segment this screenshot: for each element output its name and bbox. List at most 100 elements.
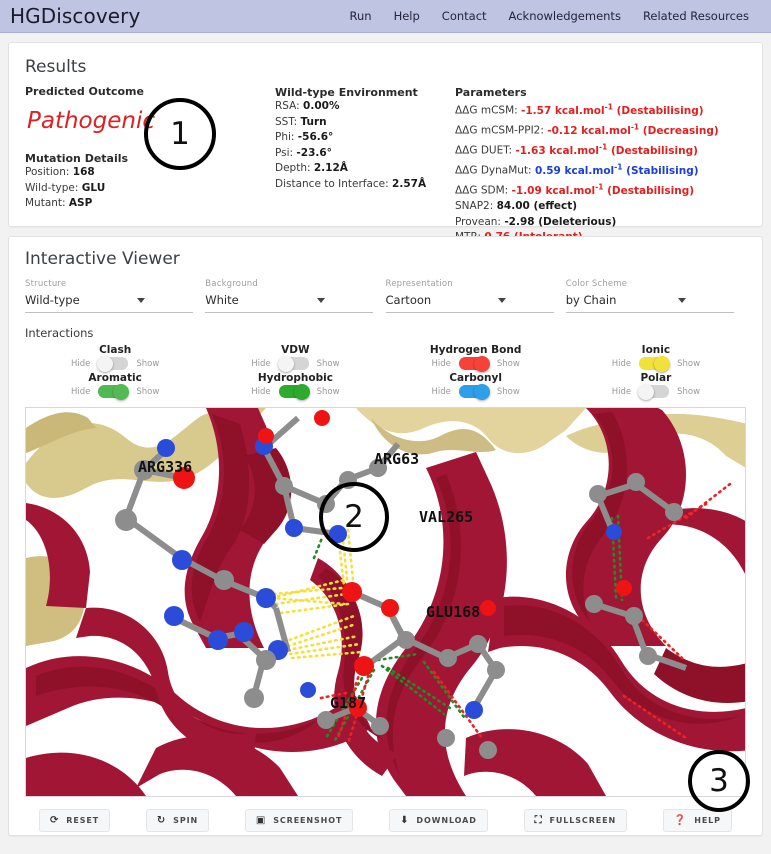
predicted-outcome-label: Predicted Outcome xyxy=(25,85,144,98)
env-distance-to-interface: Distance to Interface: 2.57Å xyxy=(275,177,427,190)
toggle-show-label: Show xyxy=(496,358,520,369)
toggle-label: Aromatic xyxy=(88,372,142,384)
spin-icon: ↻ xyxy=(156,814,167,826)
toggle-label: Hydrogen Bond xyxy=(429,344,522,356)
toggle-knob xyxy=(473,355,490,372)
nav-link-help[interactable]: Help xyxy=(394,9,420,23)
representation-select-group: Representation Cartoon xyxy=(385,279,566,313)
toggle-switch[interactable] xyxy=(458,355,490,372)
toggle-show-label: Show xyxy=(316,358,340,369)
help-button[interactable]: ❓ HELP xyxy=(662,808,732,832)
mutation-position: Position: 168 xyxy=(25,166,95,178)
button-label: DOWNLOAD xyxy=(416,815,477,825)
download-button[interactable]: ⬇ DOWNLOAD xyxy=(389,808,488,832)
parameter-row: ΔΔG DynaMut: 0.59 kcal.mol-1 (Stabilisin… xyxy=(455,162,699,177)
parameter-row: ΔΔG mCSM-PPI2: -0.12 kcal.mol-1 (Decreas… xyxy=(455,122,719,137)
annotation-marker-3: 3 xyxy=(688,750,750,812)
toggle-switch[interactable] xyxy=(277,355,309,372)
interaction-toggle-ionic: Ionic Hide Show xyxy=(566,342,746,372)
toggle-hide-label: Hide xyxy=(70,386,91,397)
button-label: FULLSCREEN xyxy=(549,815,617,825)
results-title: Results xyxy=(25,57,87,77)
interaction-toggle-carbonyl: Carbonyl Hide Show xyxy=(386,370,566,400)
environment-label: Wild-type Environment xyxy=(275,86,418,99)
toggle-show-label: Show xyxy=(136,386,160,397)
color-scheme-select-group: Color Scheme by Chain xyxy=(565,279,746,313)
download-icon: ⬇ xyxy=(400,814,410,826)
wildtype-environment-column: Wild-type Environment RSA: 0.00% SST: Tu… xyxy=(275,57,455,261)
nav-link-run[interactable]: Run xyxy=(350,9,372,23)
representation-select[interactable]: Cartoon xyxy=(385,292,554,313)
toggle-switch[interactable] xyxy=(98,383,130,400)
representation-select-label: Representation xyxy=(385,279,453,289)
help-icon: ❓ xyxy=(673,814,688,826)
mutation-wildtype: Wild-type: GLU xyxy=(25,181,106,194)
toggle-hide-label: Hide xyxy=(611,386,632,397)
button-label: RESET xyxy=(66,815,100,825)
toggle-switch[interactable] xyxy=(278,383,310,400)
color-scheme-select[interactable]: by Chain xyxy=(565,292,734,313)
interaction-toggle-hydrogen-bond: Hydrogen Bond Hide Show xyxy=(386,342,566,372)
viewer-select-row: Structure Wild-type Background White Rep… xyxy=(25,279,746,313)
color-scheme-select-value: by Chain xyxy=(565,293,617,307)
annotation-marker-2: 2 xyxy=(319,482,389,552)
toggle-show-label: Show xyxy=(496,386,520,397)
parameter-row: ΔΔG DUET: -1.63 kcal.mol-1 (Destabilisin… xyxy=(455,142,698,157)
toggle-label: VDW xyxy=(281,344,310,356)
screenshot-button[interactable]: ▣ SCREENSHOT xyxy=(244,808,354,832)
app-brand[interactable]: HGDiscovery xyxy=(10,4,140,28)
structure-select[interactable]: Wild-type xyxy=(25,292,193,313)
toggle-hide-label: Hide xyxy=(251,358,271,369)
toggle-label: Hydrophobic xyxy=(257,372,333,384)
background-select-group: Background White xyxy=(205,279,385,313)
toggle-show-label: Show xyxy=(677,386,701,397)
nav-link-related-resources[interactable]: Related Resources xyxy=(643,9,749,23)
env-phi: Phi: -56.6° xyxy=(275,131,334,143)
interaction-toggle-vdw: VDW Hide Show xyxy=(205,342,385,372)
toggle-show-label: Show xyxy=(677,358,701,369)
toggle-knob xyxy=(97,355,114,372)
results-panel: Results Predicted Outcome Pathogenic Mut… xyxy=(8,42,763,259)
reset-button[interactable]: ⟳ RESET xyxy=(39,808,111,832)
toggle-switch[interactable] xyxy=(97,355,129,372)
nav-link-acknowledgements[interactable]: Acknowledgements xyxy=(509,9,621,23)
viewer-toolbar: ⟳ RESET ↻ SPIN ▣ SCREENSHOT ⬇ DOWNLOAD ⛶ FULLSCRE… xyxy=(25,797,746,843)
parameters-label: Parameters xyxy=(455,86,527,99)
nav-link-contact[interactable]: Contact xyxy=(442,9,487,23)
toggle-hide-label: Hide xyxy=(251,386,271,397)
molecular-viewer-canvas[interactable]: ARG336 ARG63 VAL265 GLU168 G187 xyxy=(25,407,746,797)
toggle-show-label: Show xyxy=(136,358,160,369)
representation-select-value: Cartoon xyxy=(385,293,432,307)
env-psi: Psi: -23.6° xyxy=(275,146,332,159)
toggle-switch[interactable] xyxy=(638,383,670,400)
interactions-label: Interactions xyxy=(25,326,94,340)
background-select-label: Background xyxy=(205,279,258,289)
toggle-show-label: Show xyxy=(316,386,340,397)
color-scheme-select-label: Color Scheme xyxy=(565,279,628,289)
toggle-hide-label: Hide xyxy=(611,358,632,369)
background-select[interactable]: White xyxy=(205,292,374,313)
toggle-label: Ionic xyxy=(641,344,671,356)
env-rsa: RSA: 0.00% xyxy=(275,100,340,112)
toggle-knob xyxy=(638,383,655,400)
spin-button[interactable]: ↻ SPIN xyxy=(145,808,210,832)
toggle-knob xyxy=(473,383,490,400)
interaction-toggle-clash: Clash Hide Show xyxy=(25,342,205,372)
reset-icon: ⟳ xyxy=(50,814,60,826)
button-label: SCREENSHOT xyxy=(273,815,343,825)
toggle-switch[interactable] xyxy=(458,383,490,400)
interaction-toggle-grid: Clash Hide Show VDW Hide Show Hydrogen Bond Hid… xyxy=(25,342,746,400)
env-sst: SST: Turn xyxy=(275,115,327,128)
results-outcome-column: Results Predicted Outcome Pathogenic Mut… xyxy=(25,57,275,261)
toggle-hide-label: Hide xyxy=(431,386,451,397)
parameters-column: Parameters ΔΔG mCSM: -1.57 kcal.mol-1 (D… xyxy=(455,57,746,261)
interaction-toggle-polar: Polar Hide Show xyxy=(566,370,746,400)
parameter-row: SNAP2: 84.00 (effect) xyxy=(455,200,578,212)
camera-icon: ▣ xyxy=(255,814,267,826)
parameter-row: Provean: -2.98 (Deleterious) xyxy=(455,215,617,228)
chevron-down-icon xyxy=(677,297,686,303)
fullscreen-button[interactable]: ⛶ FULLSCREEN xyxy=(523,808,628,832)
toggle-switch[interactable] xyxy=(639,355,671,372)
structure-select-label: Structure xyxy=(25,279,67,289)
env-depth: Depth: 2.12Å xyxy=(275,162,348,174)
